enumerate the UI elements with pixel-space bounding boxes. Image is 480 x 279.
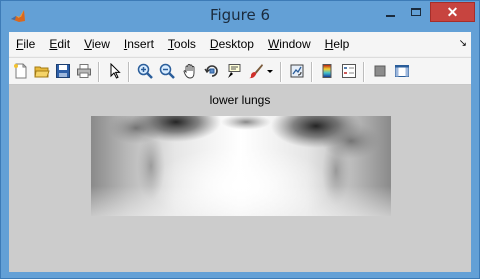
zoom-in-icon[interactable] xyxy=(136,62,154,80)
minimize-icon xyxy=(385,15,395,17)
menu-overflow-icon[interactable]: ↘ xyxy=(459,38,467,49)
colorbar-icon[interactable] xyxy=(318,62,336,80)
close-button[interactable]: ✕ xyxy=(430,2,475,22)
link-plot-icon[interactable] xyxy=(288,62,306,80)
data-cursor-icon[interactable] xyxy=(225,62,243,80)
menu-file[interactable]: File xyxy=(9,32,42,56)
close-icon: ✕ xyxy=(446,4,459,20)
plot-title: lower lungs xyxy=(209,93,271,107)
new-figure-icon[interactable] xyxy=(12,62,30,80)
title-bar[interactable]: Figure 6 ✕ xyxy=(1,1,479,31)
legend-icon[interactable] xyxy=(340,62,358,80)
figure-toolbar xyxy=(9,57,471,85)
menu-desktop[interactable]: Desktop xyxy=(203,32,261,56)
menu-edit[interactable]: Edit xyxy=(42,32,77,56)
figure-client-area: File Edit View Insert Tools Desktop Wind… xyxy=(9,32,471,272)
menu-view[interactable]: View xyxy=(77,32,117,56)
edit-plot-icon[interactable] xyxy=(106,62,124,80)
lung-image-plot[interactable] xyxy=(91,116,391,216)
brush-icon[interactable] xyxy=(247,62,265,80)
toolbar-separator xyxy=(280,62,281,82)
print-icon[interactable] xyxy=(75,62,93,80)
figure-canvas[interactable]: lower lungs xyxy=(9,85,471,272)
open-file-icon[interactable] xyxy=(33,62,51,80)
save-icon[interactable] xyxy=(54,62,72,80)
menu-bar: File Edit View Insert Tools Desktop Wind… xyxy=(9,32,471,56)
rotate-3d-icon[interactable] xyxy=(203,62,221,80)
pan-icon[interactable] xyxy=(181,62,199,80)
toolbar-separator xyxy=(128,62,129,82)
toolbar-separator xyxy=(363,62,364,82)
figure-window: Figure 6 ✕ File Edit View Insert Tools D… xyxy=(0,0,480,279)
menu-help[interactable]: Help xyxy=(318,32,357,56)
show-plot-tools-icon[interactable] xyxy=(393,62,411,80)
toolbar-separator xyxy=(311,62,312,82)
toolbar-separator xyxy=(98,62,99,82)
hide-plot-tools-icon[interactable] xyxy=(371,62,389,80)
brush-dropdown-icon[interactable] xyxy=(265,62,275,80)
minimize-button[interactable] xyxy=(377,2,403,22)
menu-insert[interactable]: Insert xyxy=(117,32,161,56)
menu-tools[interactable]: Tools xyxy=(161,32,203,56)
menu-window[interactable]: Window xyxy=(261,32,318,56)
maximize-icon xyxy=(411,8,421,16)
maximize-button[interactable] xyxy=(403,2,429,22)
zoom-out-icon[interactable] xyxy=(158,62,176,80)
